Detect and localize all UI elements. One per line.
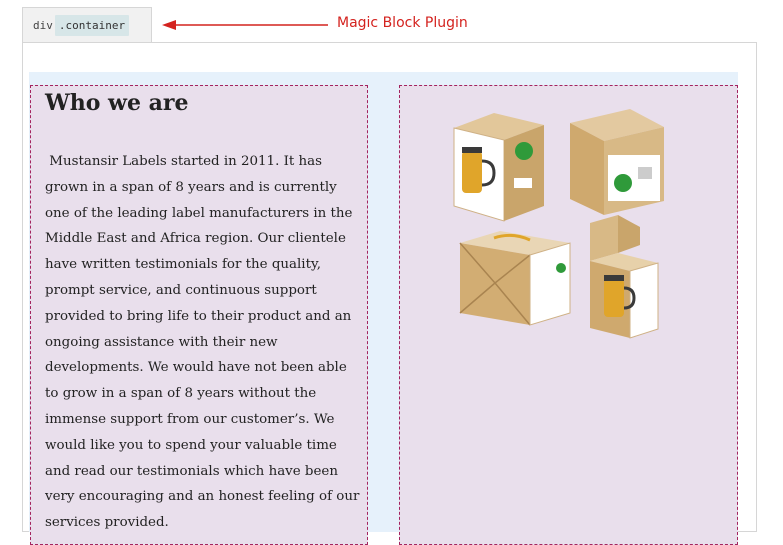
section-paragraph: Mustansir Labels started in 2011. It has… (45, 154, 360, 531)
section-heading: Who we are (45, 90, 189, 116)
element-tab[interactable]: div .container (22, 7, 152, 42)
product-image[interactable] (440, 103, 680, 343)
element-class-chip: .container (54, 14, 130, 36)
annotation-arrow-icon (162, 20, 328, 30)
annotation-label: Magic Block Plugin (337, 15, 468, 31)
element-tag-name: div (33, 18, 53, 32)
